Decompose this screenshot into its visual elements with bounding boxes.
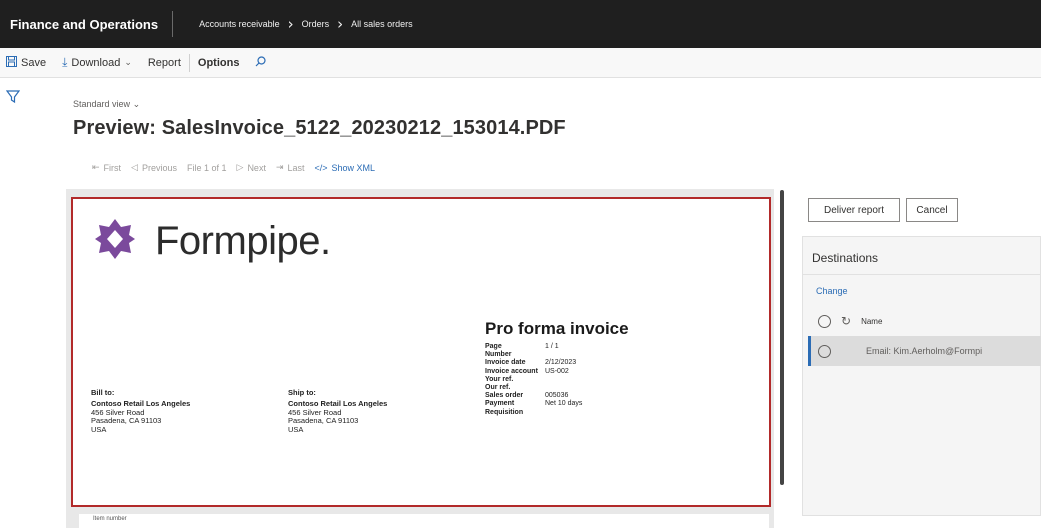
field-value	[545, 376, 625, 384]
previous-button[interactable]: ◁ Previous	[131, 163, 177, 173]
invoice-field-row: Our ref.	[485, 384, 625, 392]
invoice-field-row: Number	[485, 351, 625, 359]
field-label: Sales order	[485, 392, 524, 400]
app-title[interactable]: Finance and Operations	[0, 0, 172, 48]
divider	[803, 274, 1041, 275]
last-button[interactable]: ⇥ Last	[276, 163, 305, 173]
save-icon	[6, 55, 17, 70]
bill-to-address: Bill to: Contoso Retail Los Angeles 456 …	[91, 388, 190, 434]
options-label: Options	[197, 56, 240, 69]
last-label: Last	[287, 163, 305, 173]
report-button[interactable]: Report	[140, 48, 189, 78]
field-label: Requisition	[485, 408, 524, 416]
field-value	[545, 384, 625, 392]
destinations-grid-header: ↻ Name	[808, 308, 1041, 334]
first-icon: ⇤	[92, 163, 100, 173]
first-button[interactable]: ⇤ First	[92, 163, 121, 173]
invoice-field-row: Your ref.	[485, 376, 625, 384]
app-divider	[172, 11, 174, 37]
file-counter: File 1 of 1	[186, 163, 227, 173]
change-link[interactable]: Change	[816, 286, 848, 296]
invoice-page-2: Item number	[79, 514, 769, 528]
deliver-report-button[interactable]: Deliver report	[808, 198, 900, 222]
field-label: Your ref.	[485, 375, 514, 383]
name-column-header[interactable]: Name	[861, 317, 882, 326]
chevron-right-icon: ›	[337, 15, 344, 33]
field-label: Page	[485, 343, 502, 350]
destinations-title: Destinations	[812, 251, 879, 265]
save-button[interactable]: Save	[0, 48, 54, 78]
next-button[interactable]: ▷ Next	[237, 163, 266, 173]
ship-to-address: Ship to: Contoso Retail Los Angeles 456 …	[288, 388, 387, 434]
field-value	[545, 351, 625, 359]
invoice-field-row: Page 1 / 1	[485, 343, 625, 351]
report-label: Report	[147, 56, 181, 69]
row-select-radio[interactable]	[818, 344, 831, 358]
file-navigation: ⇤ First ◁ Previous File 1 of 1 ▷ Next ⇥ …	[92, 163, 375, 173]
options-tab[interactable]: Options	[190, 48, 248, 78]
breadcrumb-all-sales-orders[interactable]: All sales orders	[351, 19, 413, 29]
field-label: Invoice date	[485, 359, 526, 367]
destination-name: Email: Kim.Aerholm@Formpi	[866, 346, 983, 356]
download-icon: ⤓	[62, 55, 68, 69]
field-value: Net 10 days	[545, 400, 583, 408]
page-title: Preview: SalesInvoice_5122_20230212_1530…	[73, 117, 566, 139]
logo-wordmark: Formpipe.	[155, 219, 331, 263]
cancel-button[interactable]: Cancel	[906, 198, 958, 222]
show-xml-label: Show XML	[331, 163, 376, 173]
breadcrumb-orders[interactable]: Orders	[302, 19, 330, 29]
action-pane: Save ⤓ Download ⌄ Report Options	[0, 48, 1041, 78]
field-label: Payment	[485, 400, 515, 408]
invoice-fields: Page 1 / 1 Number Invoice date 2/12/2023 I…	[485, 343, 625, 417]
invoice-page: Formpipe. Pro forma invoice Page 1 / 1 Nu…	[71, 197, 771, 507]
invoice-field-row: Payment Net 10 days	[485, 400, 625, 408]
invoice-field-row: Sales order 005036	[485, 392, 625, 400]
table-row[interactable]: Email: Kim.Aerholm@Formpi	[808, 336, 1041, 366]
next-icon: ▷	[236, 163, 244, 173]
breadcrumb-accounts-receivable[interactable]: Accounts receivable	[199, 19, 280, 29]
view-label: Standard view	[73, 99, 131, 109]
code-icon: </>	[314, 163, 328, 173]
refresh-icon[interactable]: ↻	[841, 314, 851, 328]
chevron-right-icon: ›	[287, 15, 294, 33]
last-icon: ⇥	[275, 163, 284, 173]
field-value: 2/12/2023	[545, 359, 577, 367]
invoice-field-row: Invoice date 2/12/2023	[485, 359, 625, 367]
download-label: Download	[71, 56, 121, 69]
bill-to-label: Bill to:	[91, 388, 115, 397]
next-label: Next	[247, 163, 266, 173]
bill-to-country: USA	[91, 424, 107, 434]
download-button[interactable]: ⤓ Download ⌄	[54, 48, 140, 78]
field-value: 1 / 1	[545, 343, 559, 350]
chevron-down-icon: ⌄	[132, 100, 141, 110]
ship-to-country: USA	[288, 424, 304, 434]
search-icon	[255, 55, 267, 70]
formpipe-logo-icon	[95, 219, 135, 259]
filter-icon[interactable]	[5, 90, 22, 106]
show-xml-button[interactable]: </> Show XML	[315, 163, 376, 173]
previous-icon: ◁	[131, 163, 138, 173]
first-label: First	[103, 163, 122, 173]
item-number-header: Item number	[93, 516, 127, 522]
field-value: US-002	[545, 367, 569, 375]
invoice-field-row: Invoice account US-002	[485, 368, 625, 376]
field-label: Our ref.	[485, 384, 511, 392]
preview-scrollbar[interactable]	[780, 190, 784, 485]
save-label: Save	[21, 56, 47, 69]
field-value: 005036	[545, 392, 569, 400]
ship-to-label: Ship to:	[288, 388, 316, 397]
select-all-radio[interactable]	[818, 314, 831, 328]
field-label: Number	[485, 351, 512, 359]
view-selector[interactable]: Standard view ⌄	[73, 99, 140, 110]
destinations-panel	[802, 236, 1041, 516]
chevron-down-icon: ⌄	[124, 57, 132, 68]
field-value	[545, 409, 625, 417]
top-nav-bar: Finance and Operations Accounts receivab…	[0, 0, 1041, 48]
field-label: Invoice account	[485, 367, 538, 375]
search-button[interactable]	[247, 48, 274, 78]
invoice-field-row: Requisition	[485, 409, 625, 417]
previous-label: Previous	[141, 163, 177, 173]
invoice-title: Pro forma invoice	[485, 319, 629, 338]
